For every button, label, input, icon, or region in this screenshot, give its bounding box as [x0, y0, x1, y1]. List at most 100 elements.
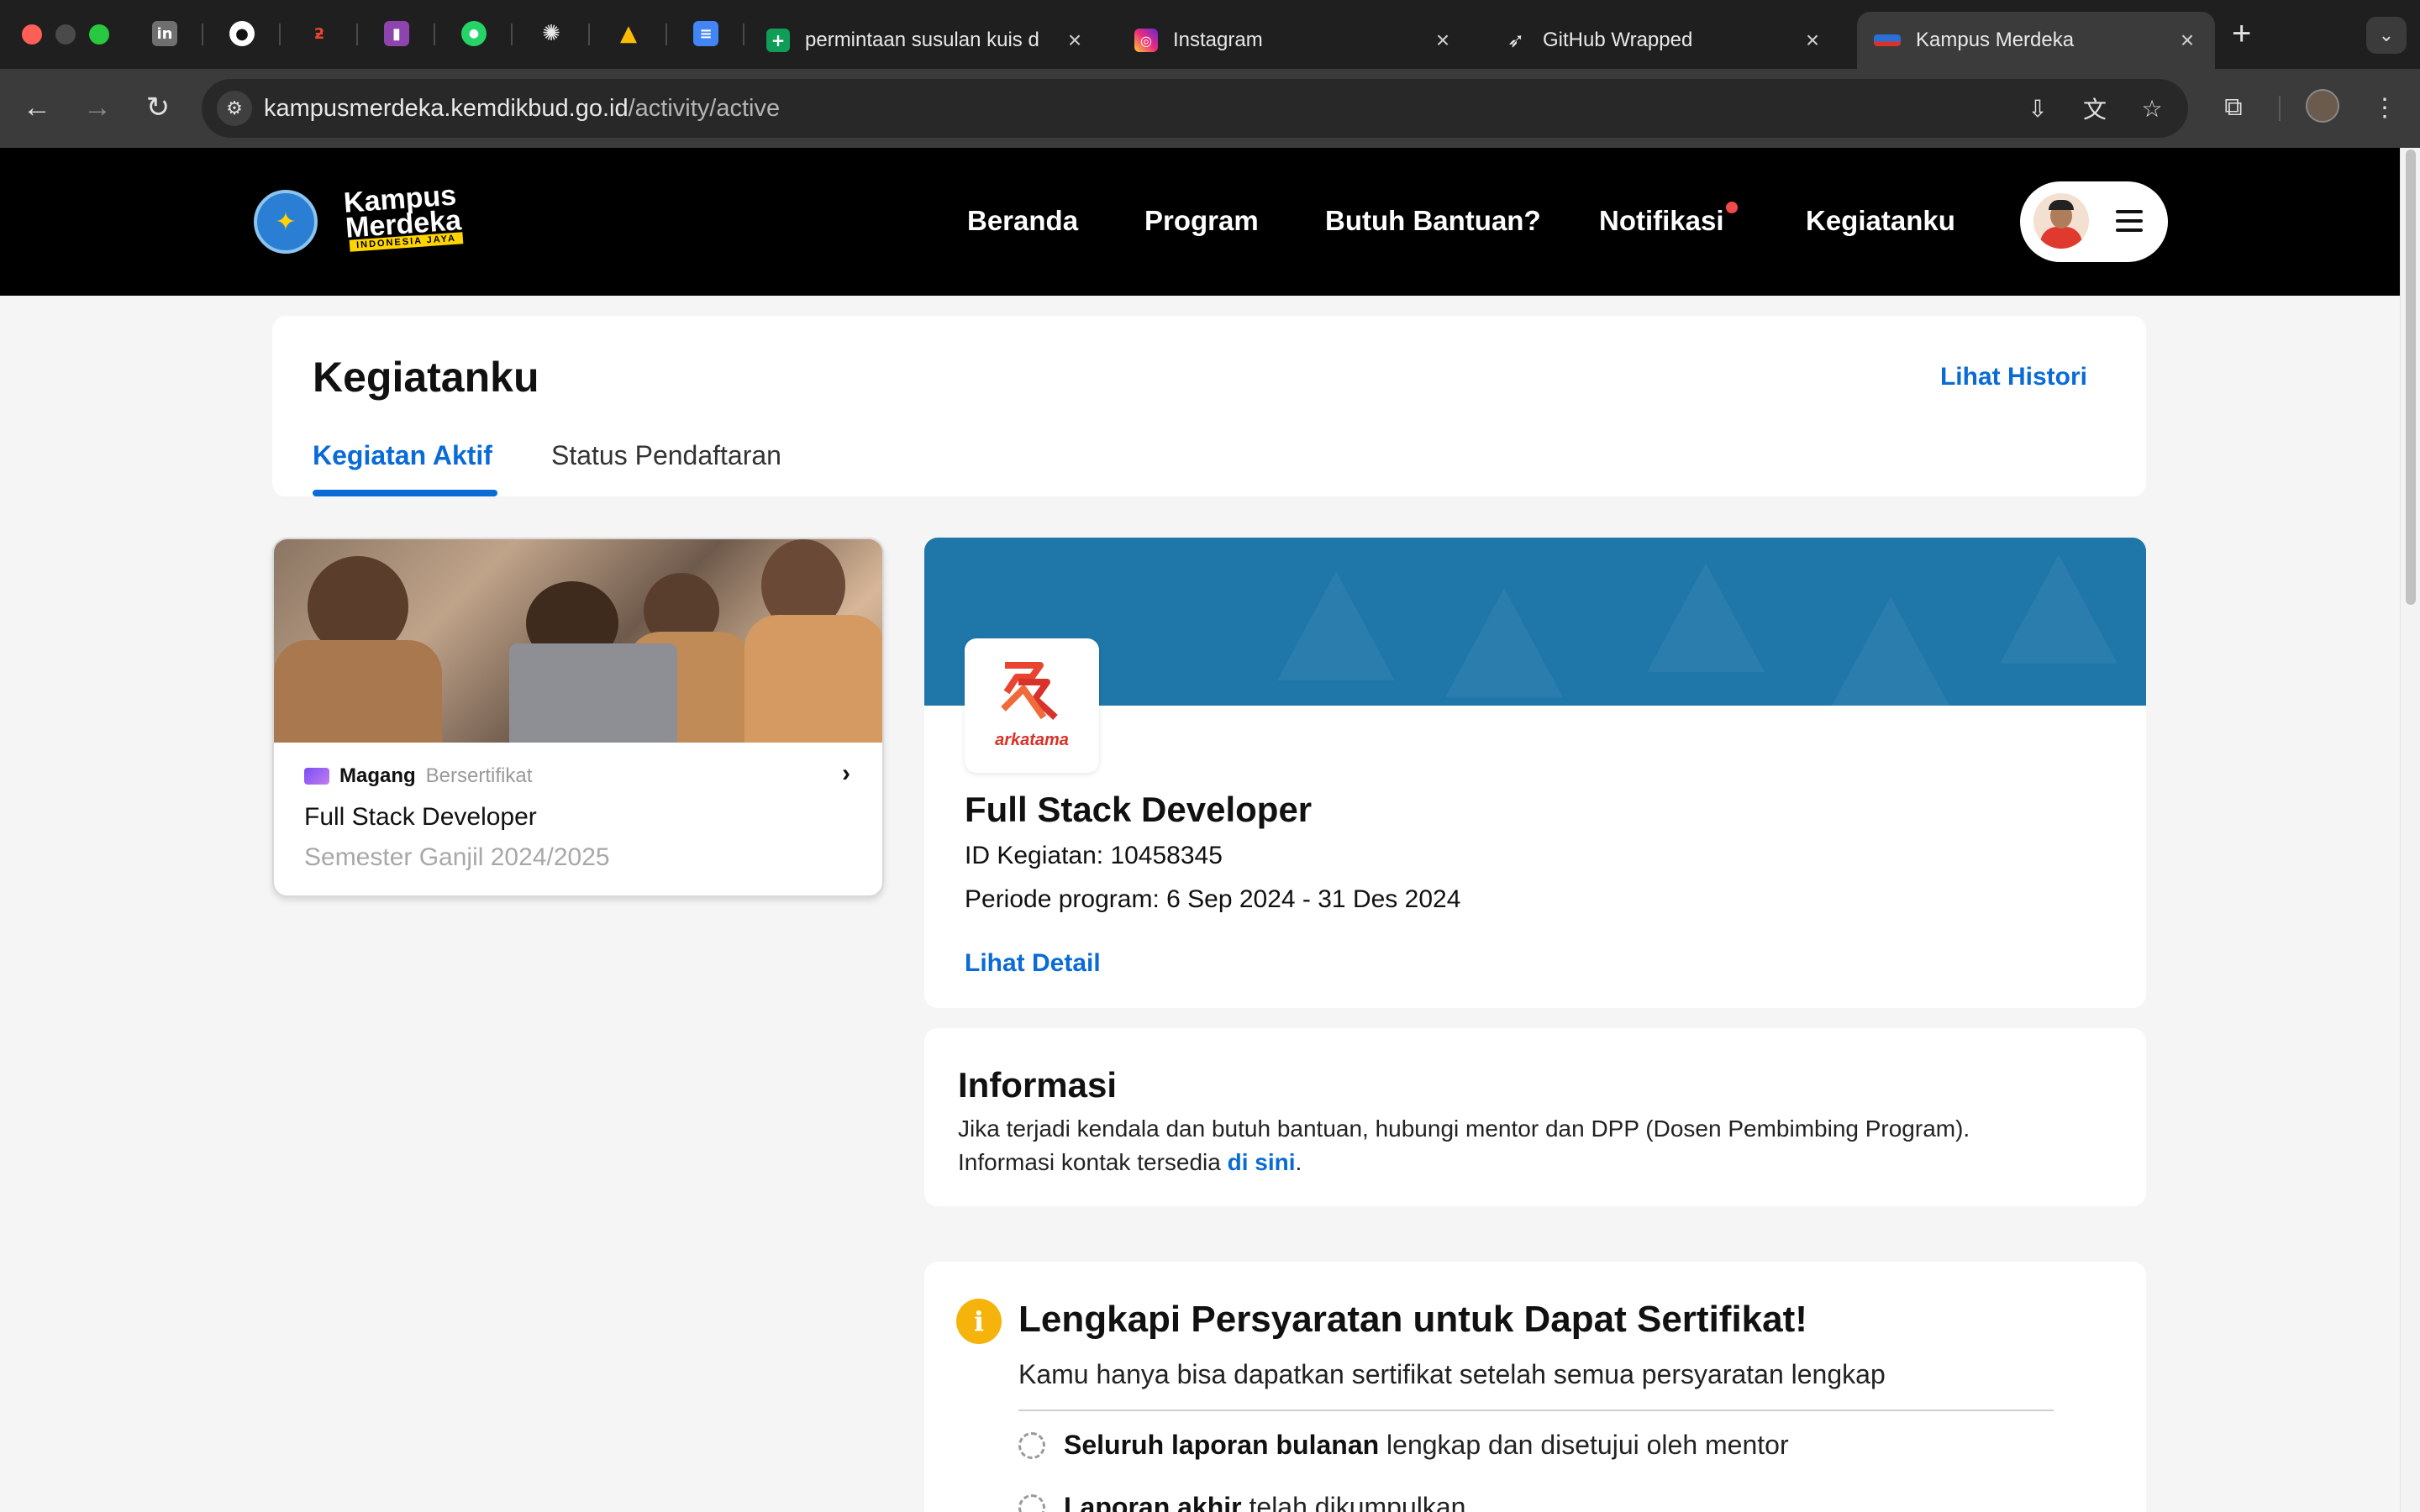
- pinned-tab-google-docs[interactable]: ≡: [689, 17, 723, 50]
- kebab-menu-icon[interactable]: ⋮: [2365, 87, 2405, 128]
- tab-separator: [588, 24, 590, 45]
- minimize-window-button[interactable]: [55, 24, 76, 45]
- page-scrollbar[interactable]: [2400, 148, 2420, 1512]
- tab-search-button[interactable]: ⌄: [2366, 17, 2407, 54]
- tab-kegiatan-aktif[interactable]: Kegiatan Aktif: [313, 440, 492, 471]
- chevron-right-icon: ›: [842, 759, 850, 787]
- close-icon[interactable]: ×: [2176, 27, 2198, 54]
- pending-check-icon: [1018, 1431, 1045, 1459]
- close-icon[interactable]: ×: [1064, 27, 1086, 54]
- view-detail-link[interactable]: Lihat Detail: [965, 949, 1101, 978]
- scrollbar-thumb[interactable]: [2406, 150, 2416, 605]
- company-banner: [924, 538, 2146, 706]
- whatsapp-icon: ●: [461, 21, 487, 46]
- history-link[interactable]: Lihat Histori: [1940, 363, 2087, 391]
- close-icon[interactable]: ×: [1432, 27, 1454, 54]
- activity-semester: Semester Ganjil 2024/2025: [304, 843, 610, 871]
- chevron-down-icon: ⌄: [2378, 24, 2395, 45]
- bookmark-star-icon[interactable]: ☆: [2134, 91, 2170, 126]
- activity-type: Magang: [339, 764, 416, 787]
- install-app-icon[interactable]: ⇩: [2020, 91, 2055, 126]
- contact-info-link[interactable]: di sini: [1228, 1149, 1296, 1175]
- info-title: Informasi: [958, 1065, 1118, 1105]
- nav-kegiatanku[interactable]: Kegiatanku: [1806, 205, 1955, 237]
- site-settings-icon[interactable]: ⚙: [217, 91, 252, 126]
- tab-separator: [511, 24, 513, 45]
- translate-icon[interactable]: 文: [2077, 91, 2112, 126]
- tab-kampus-merdeka[interactable]: Kampus Merdeka ×: [1857, 12, 2215, 69]
- tab-separator: [434, 24, 435, 45]
- job-title: Full Stack Developer: [965, 790, 1313, 829]
- pinned-tab-trello[interactable]: ▮: [380, 17, 413, 50]
- nav-program[interactable]: Program: [1144, 205, 1259, 237]
- requirement-bold: Seluruh laporan bulanan: [1064, 1430, 1380, 1460]
- nav-butuh-bantuan[interactable]: Butuh Bantuan?: [1325, 205, 1541, 237]
- profile-menu-button[interactable]: [2020, 181, 2168, 262]
- company-logo: arkatama: [965, 638, 1099, 773]
- activity-id: ID Kegiatan: 10458345: [965, 842, 1223, 869]
- info-line2-suffix: .: [1295, 1149, 1302, 1175]
- info-line2-text: Informasi kontak tersedia: [958, 1149, 1228, 1175]
- google-drive-icon: ▲: [620, 21, 637, 46]
- forward-button[interactable]: →: [77, 87, 118, 128]
- nav-notifikasi[interactable]: Notifikasi: [1599, 205, 1724, 237]
- pinned-tab-chatgpt[interactable]: ✺: [534, 17, 568, 50]
- maximize-window-button[interactable]: [89, 24, 109, 45]
- info-line2: Informasi kontak tersedia di sini.: [958, 1146, 2101, 1179]
- reload-icon: ↻: [145, 92, 171, 123]
- activity-card[interactable]: Magang Bersertifikat › Full Stack Develo…: [272, 538, 884, 897]
- magang-icon: [304, 768, 329, 785]
- pinned-tab-arkatama[interactable]: ƻ: [302, 17, 336, 50]
- nav-beranda[interactable]: Beranda: [967, 205, 1078, 237]
- tab-title: permintaan susulan kuis d: [805, 29, 1039, 51]
- tab-separator: [356, 24, 358, 45]
- arkatama-icon: ƻ: [313, 24, 325, 43]
- browser-profile-avatar[interactable]: [2306, 89, 2339, 123]
- url-host: kampusmerdeka.kemdikbud.go.id: [264, 95, 629, 122]
- tab-status-pendaftaran[interactable]: Status Pendaftaran: [551, 440, 781, 471]
- tut-wuri-handayani-logo[interactable]: ✦: [254, 190, 318, 254]
- requirements-subtitle: Kamu hanya bisa dapatkan sertifikat sete…: [1018, 1359, 1886, 1389]
- activity-detail-card: arkatama Full Stack Developer ID Kegiata…: [924, 538, 2146, 1008]
- pinned-tab-github[interactable]: ●: [225, 17, 259, 50]
- tab-sheets[interactable]: + permintaan susulan kuis d ×: [750, 12, 1102, 69]
- requirements-title: Lengkapi Persyaratan untuk Dapat Sertifi…: [1018, 1299, 1807, 1340]
- instagram-icon: ◎: [1134, 29, 1158, 52]
- info-body: Jika terjadi kendala dan butuh bantuan, …: [958, 1112, 2101, 1179]
- new-tab-button[interactable]: +: [2232, 15, 2251, 53]
- kampus-merdeka-icon: [1874, 34, 1901, 46]
- laptop-image: [509, 643, 677, 743]
- page-title: Kegiatanku: [313, 354, 539, 401]
- requirement-bold: Laporan akhir: [1064, 1492, 1242, 1512]
- pinned-tab-whatsapp[interactable]: ●: [457, 17, 491, 50]
- tab-title: GitHub Wrapped: [1543, 29, 1693, 51]
- tab-separator: [743, 24, 744, 45]
- url-text[interactable]: kampusmerdeka.kemdikbud.go.id/activity/a…: [264, 95, 780, 123]
- extensions-icon[interactable]: ⧉: [2213, 87, 2254, 128]
- requirement-rest: telah dikumpulkan: [1241, 1492, 1466, 1512]
- github-icon: ●: [229, 21, 255, 46]
- back-button[interactable]: ←: [17, 87, 57, 128]
- linkedin-icon: in: [152, 21, 177, 46]
- activity-photo: [274, 539, 882, 743]
- page-header-card: Kegiatanku Lihat Histori Kegiatan Aktif …: [272, 316, 2146, 496]
- tab-instagram[interactable]: ◎ Instagram ×: [1118, 12, 1470, 69]
- program-period: Periode program: 6 Sep 2024 - 31 Des 202…: [965, 885, 1461, 913]
- info-line1: Jika terjadi kendala dan butuh bantuan, …: [958, 1116, 1970, 1142]
- tab-github-wrapped[interactable]: ➶ GitHub Wrapped ×: [1487, 12, 1840, 69]
- info-card: Informasi Jika terjadi kendala dan butuh…: [924, 1028, 2146, 1206]
- pinned-tab-linkedin[interactable]: in: [148, 17, 182, 50]
- certificate-requirements-card: i Lengkapi Persyaratan untuk Dapat Serti…: [924, 1262, 2146, 1512]
- requirement-rest: lengkap dan disetujui oleh mentor: [1379, 1430, 1789, 1460]
- pinned-tab-google-drive[interactable]: ▲: [612, 17, 645, 50]
- pending-check-icon: [1018, 1494, 1045, 1512]
- kampus-merdeka-logo[interactable]: Kampus Merdeka: [343, 180, 462, 244]
- company-name: arkatama: [995, 731, 1069, 749]
- avatar: [2033, 193, 2089, 249]
- close-window-button[interactable]: [22, 24, 42, 45]
- arkatama-logo-icon: [1001, 662, 1058, 720]
- address-bar[interactable]: ⚙ kampusmerdeka.kemdikbud.go.id/activity…: [202, 79, 2188, 138]
- site-header: ✦ Kampus Merdeka INDONESIA JAYA Beranda …: [0, 148, 2400, 296]
- close-icon[interactable]: ×: [1802, 27, 1823, 54]
- reload-button[interactable]: ↻: [138, 87, 178, 128]
